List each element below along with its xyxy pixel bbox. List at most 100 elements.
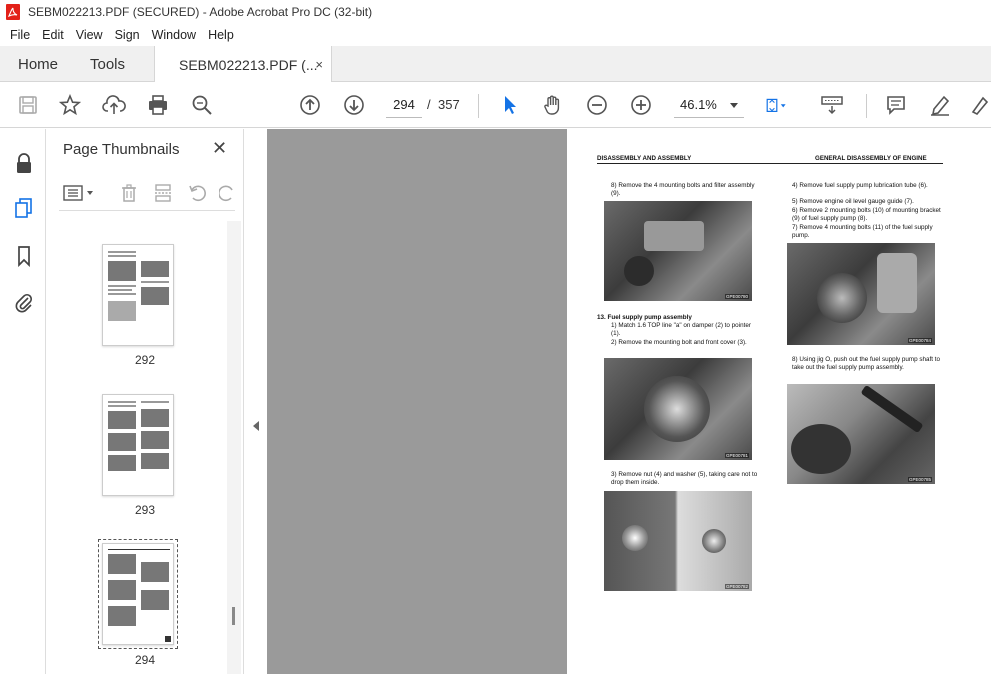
thumbnail-scrollbar[interactable] bbox=[227, 221, 241, 674]
next-page-icon[interactable] bbox=[342, 93, 366, 117]
section-13-title: 13. Fuel supply pump assembly bbox=[597, 314, 767, 322]
page-header-right: GENERAL DISASSEMBLY OF ENGINE bbox=[815, 155, 927, 162]
zoom-level-value: 46.1% bbox=[680, 97, 717, 112]
mini-text-line bbox=[141, 401, 169, 403]
thumbnail-page-292[interactable] bbox=[102, 244, 174, 346]
save-icon[interactable] bbox=[16, 93, 40, 117]
header-rule bbox=[597, 163, 943, 164]
chevron-down-icon bbox=[730, 103, 738, 108]
thumbnail-page-294[interactable] bbox=[98, 539, 178, 649]
menu-help[interactable]: Help bbox=[202, 28, 240, 42]
menu-edit[interactable]: Edit bbox=[36, 28, 70, 42]
zoom-level-select[interactable]: 46.1% bbox=[674, 92, 744, 118]
step-13-3-text: 3) Remove nut (4) and washer (5), taking… bbox=[611, 471, 758, 486]
photo-detail bbox=[702, 529, 726, 553]
mini-image bbox=[141, 431, 169, 449]
mini-image bbox=[108, 580, 136, 600]
photo-detail bbox=[877, 253, 917, 313]
photo-detail bbox=[817, 273, 867, 323]
rotate-left-icon[interactable] bbox=[187, 183, 207, 203]
zoom-search-icon[interactable] bbox=[190, 93, 214, 117]
photo-fuel-pump-mount: GPE00784 bbox=[787, 243, 935, 345]
photo-detail bbox=[624, 256, 654, 286]
zoom-out-icon[interactable] bbox=[585, 93, 609, 117]
panel-title: Page Thumbnails bbox=[63, 141, 180, 158]
photo-detail bbox=[791, 424, 851, 474]
hand-tool-icon[interactable] bbox=[541, 93, 565, 117]
mini-image bbox=[141, 453, 169, 469]
mini-text-line bbox=[108, 285, 136, 287]
step-4-text: 4) Remove fuel supply pump lubrication t… bbox=[792, 182, 928, 189]
document-view[interactable]: DISASSEMBLY AND ASSEMBLY GENERAL DISASSE… bbox=[267, 129, 991, 674]
mini-image bbox=[141, 261, 169, 277]
page-number-input[interactable] bbox=[386, 92, 422, 118]
mini-image bbox=[108, 554, 136, 574]
mini-image bbox=[141, 409, 169, 427]
page-fit-icon[interactable] bbox=[764, 93, 788, 117]
tab-home[interactable]: Home bbox=[18, 46, 58, 82]
options-menu-icon[interactable] bbox=[63, 183, 97, 203]
mini-text-line bbox=[141, 281, 169, 283]
menu-view[interactable]: View bbox=[70, 28, 109, 42]
lock-icon[interactable] bbox=[12, 151, 36, 175]
scroll-mode-icon[interactable] bbox=[820, 93, 844, 117]
step-5-text: 5) Remove engine oil level gauge guide (… bbox=[792, 198, 914, 205]
thumbnail-page-293[interactable] bbox=[102, 394, 174, 496]
bookmarks-icon[interactable] bbox=[12, 244, 36, 268]
photo-code: GPE00781 bbox=[724, 453, 749, 458]
mini-image bbox=[108, 411, 136, 429]
menu-file[interactable]: File bbox=[4, 28, 36, 42]
collapse-panel-icon[interactable] bbox=[253, 421, 259, 431]
tab-tools[interactable]: Tools bbox=[90, 46, 125, 82]
tab-bar: Home Tools SEBM022213.PDF (... × bbox=[0, 46, 991, 83]
tab-close-icon[interactable]: × bbox=[315, 57, 323, 72]
navigation-rail bbox=[0, 129, 46, 674]
select-cursor-icon[interactable] bbox=[498, 93, 522, 117]
thumbnail-toolbar bbox=[59, 175, 235, 211]
rotate-right-icon[interactable] bbox=[219, 183, 235, 203]
panel-splitter[interactable] bbox=[243, 129, 267, 674]
mini-image bbox=[108, 606, 136, 626]
menu-sign[interactable]: Sign bbox=[109, 28, 146, 42]
acrobat-logo-icon bbox=[6, 4, 20, 20]
mini-image bbox=[108, 261, 136, 281]
document-scrollbar[interactable] bbox=[985, 129, 991, 674]
pdf-page: DISASSEMBLY AND ASSEMBLY GENERAL DISASSE… bbox=[567, 129, 991, 674]
title-bar: SEBM022213.PDF (SECURED) - Adobe Acrobat… bbox=[0, 0, 991, 24]
delete-page-icon[interactable] bbox=[119, 183, 139, 203]
thumbnail-scrollbar-thumb[interactable] bbox=[232, 607, 235, 625]
draw-sign-icon[interactable] bbox=[968, 93, 991, 117]
menu-window[interactable]: Window bbox=[146, 28, 202, 42]
mini-image bbox=[108, 455, 136, 471]
print-icon[interactable] bbox=[146, 93, 170, 117]
page-total: 357 bbox=[438, 97, 460, 112]
page-thumbnails-panel: Page Thumbnails ✕ 292 293 294 bbox=[47, 129, 243, 674]
thumbnail-label-294: 294 bbox=[134, 653, 156, 667]
mini-text-line bbox=[108, 293, 136, 295]
window-title: SEBM022213.PDF (SECURED) - Adobe Acrobat… bbox=[28, 5, 373, 19]
main-toolbar: / 357 46.1% bbox=[0, 82, 991, 128]
insert-page-icon[interactable] bbox=[153, 183, 173, 203]
photo-detail bbox=[622, 525, 648, 551]
mini-text-line bbox=[108, 405, 136, 407]
zoom-in-icon[interactable] bbox=[629, 93, 653, 117]
step-13-1-text: 1) Match 1.6 TOP line "a" on damper (2) … bbox=[611, 322, 751, 337]
upload-cloud-icon[interactable] bbox=[102, 93, 126, 117]
mini-text-line bbox=[108, 549, 170, 550]
step-8-text: 8) Remove the 4 mounting bolts and filte… bbox=[611, 182, 755, 197]
panel-close-icon[interactable]: ✕ bbox=[212, 138, 227, 159]
page-thumbnails-icon[interactable] bbox=[12, 196, 36, 220]
step-7-text: 7) Remove 4 mounting bolts (11) of the f… bbox=[792, 224, 933, 239]
tab-document[interactable]: SEBM022213.PDF (... × bbox=[154, 46, 332, 83]
photo-code: GPE00785 bbox=[907, 477, 932, 482]
page-separator: / bbox=[427, 97, 431, 112]
comment-icon[interactable] bbox=[884, 93, 908, 117]
thumbnail-label-292: 292 bbox=[134, 353, 156, 367]
photo-detail bbox=[860, 384, 924, 434]
attachments-paperclip-icon[interactable] bbox=[12, 290, 36, 314]
bookmark-star-icon[interactable] bbox=[58, 93, 82, 117]
photo-filter-assembly: GPE00780 bbox=[604, 201, 752, 301]
previous-page-icon[interactable] bbox=[298, 93, 322, 117]
photo-damper: GPE00781 bbox=[604, 358, 752, 460]
highlight-pen-icon[interactable] bbox=[928, 93, 952, 117]
